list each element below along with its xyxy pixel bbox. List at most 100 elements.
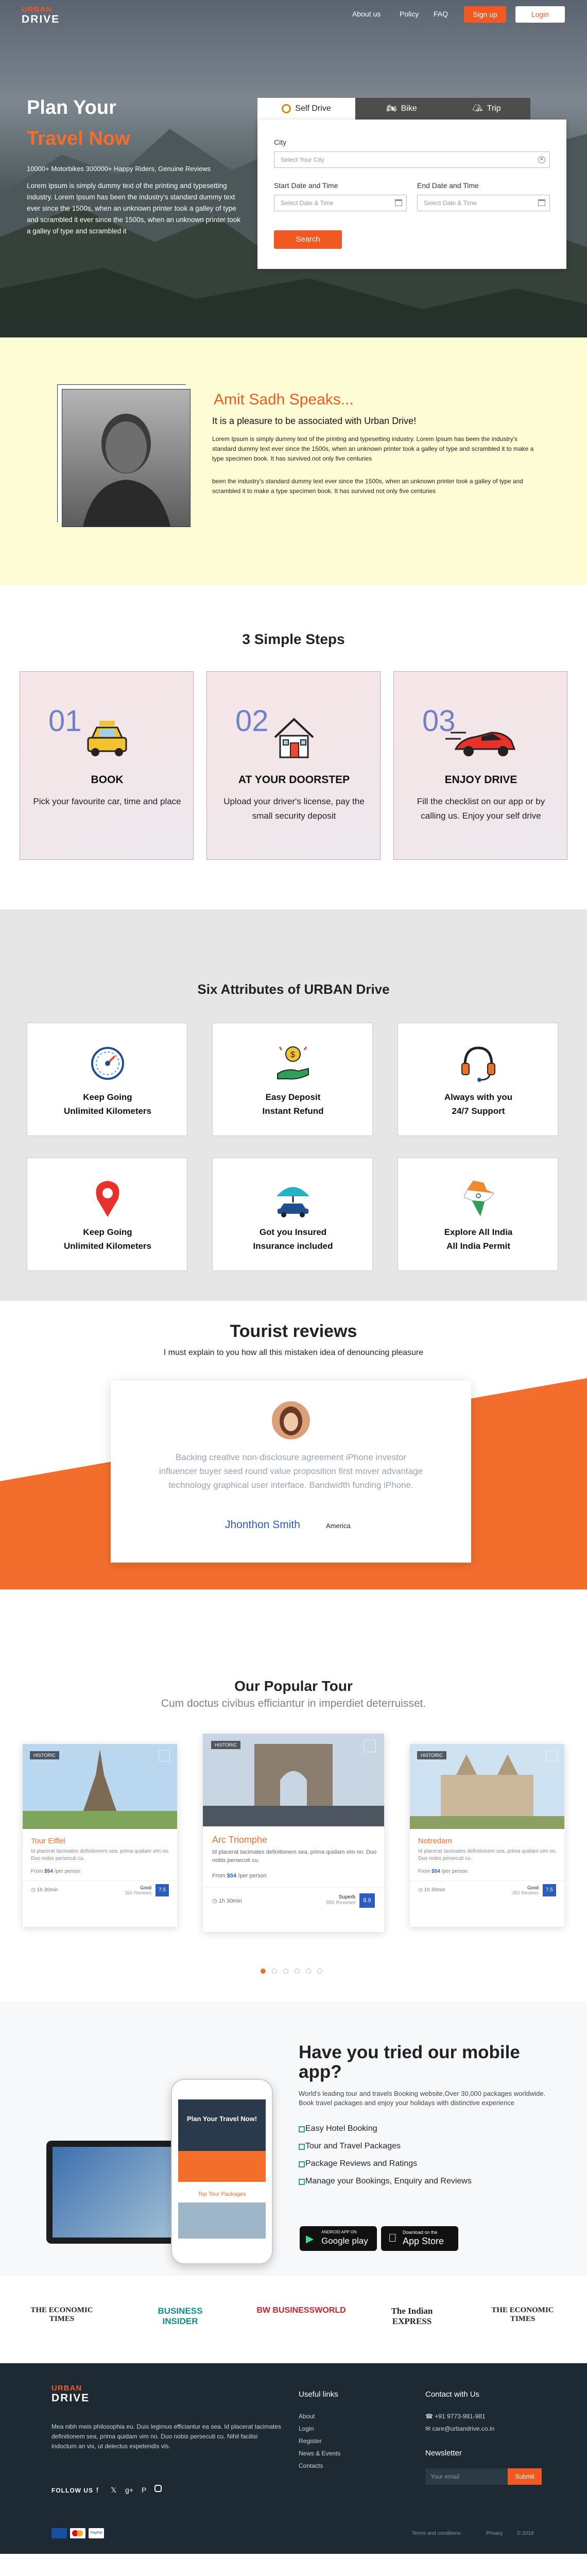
review-quote: Backing creative non-disclosure agreemen… [159, 1452, 423, 1490]
press-logo: BW BUSINESSWORLD [256, 2306, 346, 2315]
carousel-dot[interactable] [295, 1969, 300, 1974]
clear-icon[interactable]: ✕ [538, 156, 545, 163]
step-title: BOOK [91, 774, 124, 786]
tour-card[interactable]: HISTORIC Tour Eiffel Id placerat tacimat… [23, 1744, 177, 1927]
rating-score: 7.5 [543, 1884, 556, 1896]
booking-form: City Select Your City ✕ Start Date and T… [257, 120, 566, 269]
newsletter-title: Newsletter [425, 2449, 462, 2458]
tour-badge: HISTORIC [30, 1751, 59, 1759]
tour-card[interactable]: HISTORIC Notredam Id placerat tacimates … [410, 1744, 564, 1927]
footer-link-register[interactable]: Register [299, 2437, 322, 2445]
step-title: AT YOUR DOORSTEP [238, 774, 350, 786]
start-date-input[interactable]: Select Date & Time [274, 195, 407, 211]
city-select[interactable]: Select Your City ✕ [274, 151, 550, 168]
booking-tabs: Self Drive 🏍︎ Bike ⛺︎ Trip [257, 98, 530, 120]
tourist-reviews-section: Tourist reviews I must explain to you ho… [0, 1301, 587, 1646]
attribute-line2: All India Permit [446, 1241, 510, 1251]
end-date-input[interactable]: Select Date & Time [417, 195, 550, 211]
paypal-icon: PayPal [89, 2528, 104, 2538]
bookmark-icon[interactable] [364, 1740, 376, 1752]
nav-policy-link[interactable]: Policy [400, 10, 419, 18]
reviewer-avatar [271, 1400, 311, 1440]
tab-self-drive[interactable]: Self Drive [257, 98, 355, 120]
step-number: 01 [48, 704, 82, 738]
pinterest-icon[interactable]: P [142, 2486, 146, 2494]
urban-drive-logo[interactable]: URBAN DRIVE [22, 5, 78, 27]
footer-link-news[interactable]: News & Events [299, 2450, 340, 2457]
bookmark-icon[interactable] [159, 1750, 170, 1761]
hero-description: Lorem Ipsum is simply dummy text of the … [27, 182, 240, 235]
footer-link-about[interactable]: About [299, 2413, 315, 2420]
house-icon [274, 718, 314, 758]
hero-stats: 10000+ Motorbikes 300000+ Happy Riders, … [27, 165, 211, 173]
instagram-icon[interactable] [154, 2485, 162, 2492]
reviews-subtitle: I must explain to you how all this mista… [163, 1348, 424, 1357]
footer-link-login[interactable]: Login [299, 2425, 314, 2432]
newsletter-submit-button[interactable]: Submit [508, 2468, 542, 2485]
useful-links-title: Useful links [299, 2390, 338, 2399]
tab-bike[interactable]: 🏍︎ Bike [363, 98, 440, 120]
steering-icon [282, 104, 291, 113]
svg-text:$: $ [290, 1050, 295, 1059]
map-pin-icon [96, 1181, 119, 1217]
tour-duration: ◷ 1h 30min [212, 1898, 242, 1904]
carousel-dot[interactable] [317, 1969, 322, 1974]
tab-trip[interactable]: ⛺︎ Trip [448, 98, 525, 120]
attribute-card: Always with you 24/7 Support [398, 1023, 558, 1136]
carousel-dot[interactable] [272, 1969, 277, 1974]
india-map-icon [463, 1180, 494, 1217]
search-button[interactable]: Search [274, 230, 342, 249]
umbrella-car-icon [277, 1187, 309, 1217]
attribute-line2: Instant Refund [262, 1106, 324, 1116]
nav-about-link[interactable]: About us [352, 10, 381, 18]
app-store-button[interactable]:  Download on the App Store [381, 2226, 458, 2251]
login-button[interactable]: Login [515, 6, 565, 23]
start-date-label: Start Date and Time [274, 181, 338, 190]
google-play-button[interactable]: ▶ ANDROID APP ON Google play [300, 2226, 377, 2251]
phone-section-title: Top Tour Packages [198, 2191, 246, 2197]
google-play-icon: ▶ [306, 2233, 314, 2245]
app-title: Have you tried our mobile app? [299, 2042, 520, 2082]
privacy-link[interactable]: Privacy [486, 2531, 503, 2536]
google-plus-icon[interactable]: g+ [125, 2486, 133, 2494]
three-steps-section: 3 Simple Steps 01 BOOK Pick your favouri… [0, 585, 587, 909]
tour-badge: HISTORIC [417, 1751, 446, 1759]
tour-duration: ◷ 1h 30min [418, 1887, 445, 1893]
reviewer-name: Jhonthon Smith [225, 1519, 300, 1531]
portrait-image [62, 389, 190, 527]
attribute-card: Keep Going Unlimited Kilometers [27, 1158, 187, 1271]
attribute-card: $ Easy Deposit Instant Refund [212, 1023, 373, 1136]
terms-link[interactable]: Terms and conditions [412, 2531, 461, 2536]
apple-icon:  [388, 2231, 397, 2245]
facebook-icon[interactable]: f [96, 2486, 98, 2494]
hero-title-line2: Travel Now [27, 128, 130, 149]
footer-email[interactable]: ✉ care@urbandrive.co.in [425, 2425, 494, 2432]
app-feature: Easy Hotel Booking [305, 2124, 377, 2133]
bookmark-icon[interactable] [546, 1750, 557, 1761]
bike-icon: 🏍︎ [386, 104, 397, 113]
carousel-dot-active[interactable] [261, 1969, 266, 1974]
footer-logo[interactable]: URBAN DRIVE [51, 2384, 108, 2405]
attribute-line1: Keep Going [83, 1227, 132, 1237]
top-navbar: URBAN DRIVE About us Policy FAQ Sign up … [0, 0, 587, 32]
check-icon [299, 2179, 305, 2185]
footer-phone[interactable]: ☎ +91 9773-981-981 [425, 2413, 486, 2420]
twitter-icon[interactable]: 𝕏 [111, 2486, 116, 2495]
calendar-icon [395, 199, 402, 206]
signup-button[interactable]: Sign up [464, 6, 506, 23]
carousel-dot[interactable] [306, 1969, 311, 1974]
carousel-dot[interactable] [283, 1969, 288, 1974]
tour-badge: HISTORIC [211, 1741, 240, 1749]
nav-faq-link[interactable]: FAQ [434, 10, 448, 18]
tour-name: Tour Eiffel [31, 1837, 65, 1845]
steps-title: 3 Simple Steps [242, 631, 345, 647]
footer-link-contacts[interactable]: Contacts [299, 2462, 323, 2469]
attribute-line1: Got you Insured [259, 1227, 327, 1237]
step-card: 01 BOOK Pick your favourite car, time an… [20, 671, 194, 860]
tour-duration: ◷ 1h 30min [31, 1887, 58, 1893]
tour-card[interactable]: HISTORIC Arc Triomphe Id placerat tacima… [203, 1734, 384, 1932]
newsletter-email-input[interactable]: Your email [425, 2468, 508, 2485]
step-number: 02 [235, 704, 269, 738]
contact-title: Contact with Us [425, 2390, 480, 2399]
follow-us-label: FOLLOW US [51, 2487, 93, 2494]
